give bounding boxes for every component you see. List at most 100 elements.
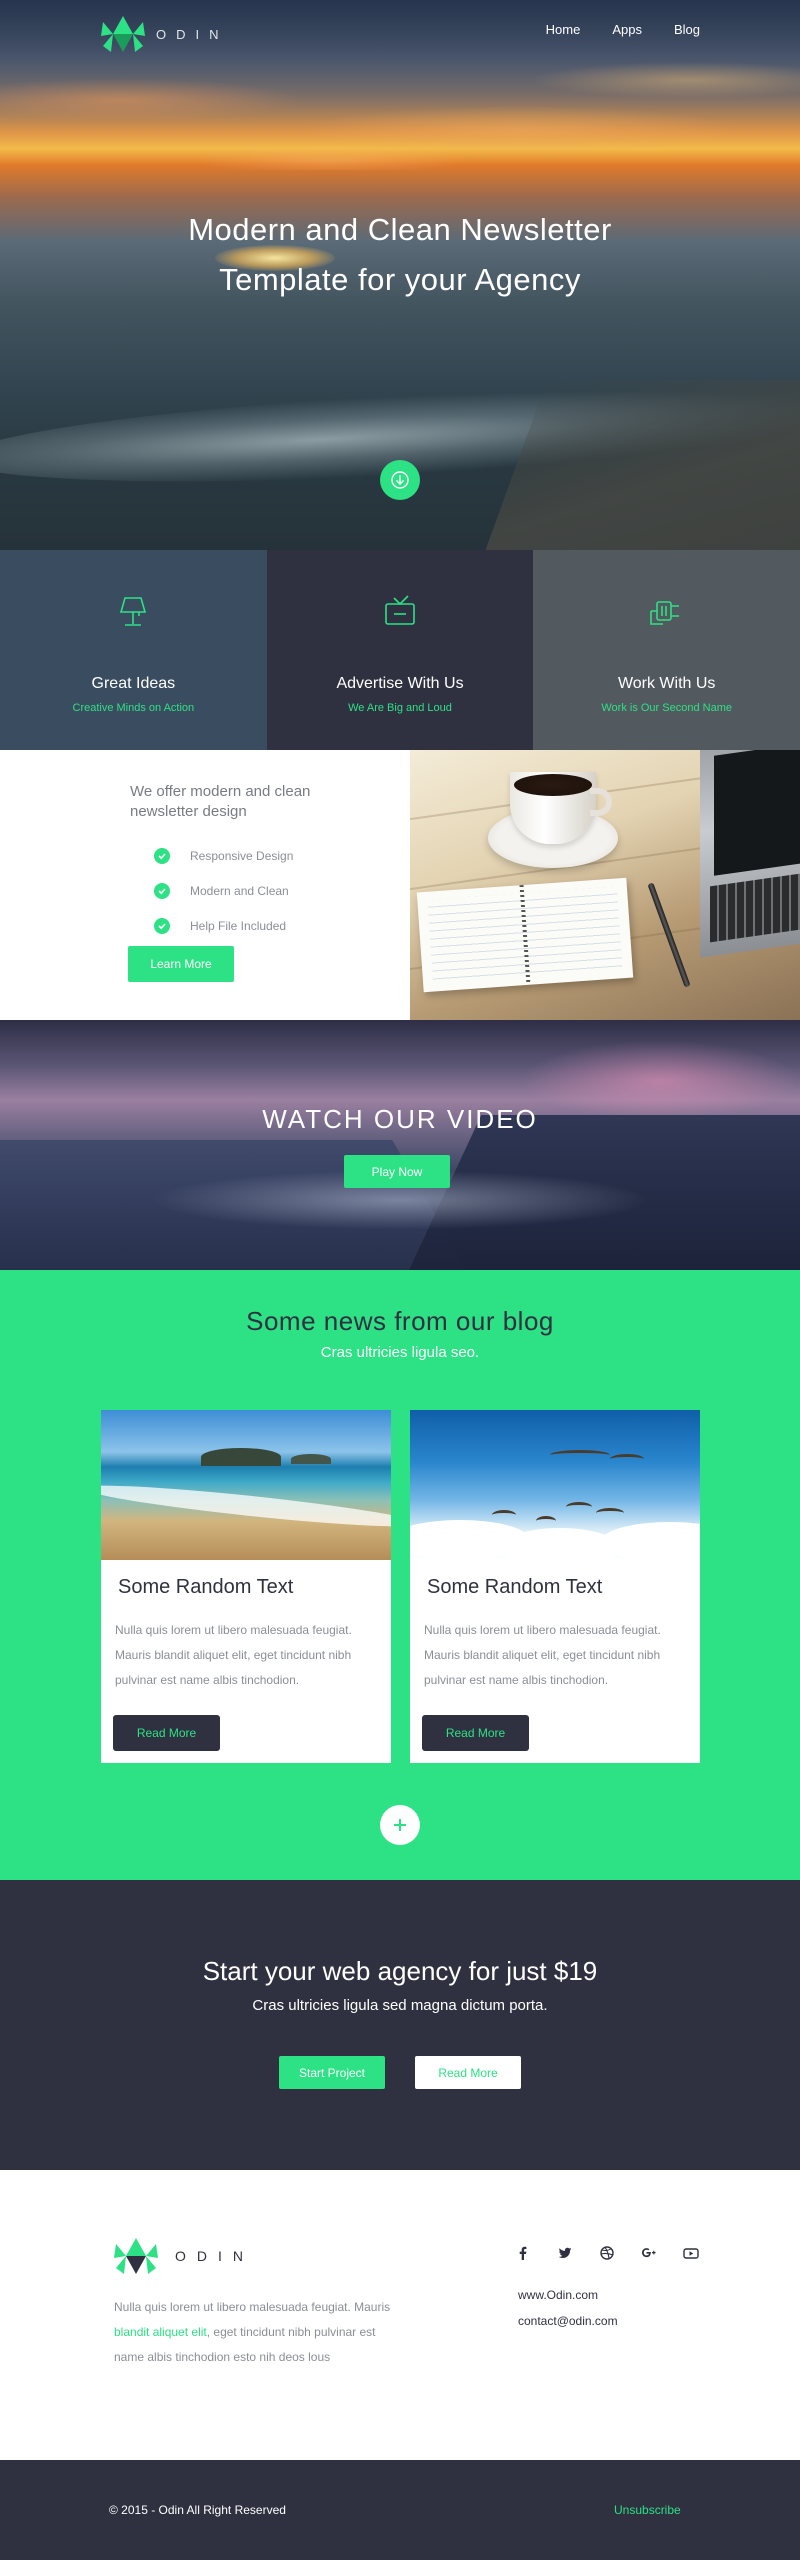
nav-apps[interactable]: Apps <box>612 22 642 37</box>
features-section: Great Ideas Creative Minds on Action Adv… <box>0 550 800 750</box>
coffee <box>514 774 592 796</box>
laptop <box>700 750 800 958</box>
video-title: WATCH OUR VIDEO <box>262 1104 538 1134</box>
card-title: Some Random Text <box>427 1576 603 1598</box>
play-now-button[interactable]: Play Now <box>344 1155 450 1188</box>
feature-advertise[interactable]: Advertise With Us We Are Big and Loud <box>266 550 534 750</box>
footer-link[interactable]: blandit aliquet elit <box>114 2325 207 2339</box>
list-item-label: Responsive Design <box>190 848 294 863</box>
feature-great-ideas[interactable]: Great Ideas Creative Minds on Action <box>0 550 267 750</box>
logo-text: ODIN <box>156 26 229 42</box>
hero-title-line-2: Template for your Agency <box>219 262 581 297</box>
bottom-bar: © 2015 - Odin All Right Reserved Unsubsc… <box>0 2460 800 2560</box>
cta-subtitle: Cras ultricies ligula sed magna dictum p… <box>252 1997 548 2014</box>
hero-clouds <box>0 40 800 170</box>
read-more-button[interactable]: Read More <box>113 1715 220 1751</box>
feature-title: Work With Us <box>617 675 716 692</box>
feature-subtitle: Creative Minds on Action <box>72 702 195 714</box>
bird <box>566 1502 592 1512</box>
coffee-cup <box>510 772 612 844</box>
hero-title-line-1: Modern and Clean Newsletter <box>188 212 612 247</box>
plus-icon <box>394 1819 406 1831</box>
footer-text-start: Nulla quis lorem ut libero malesuada feu… <box>114 2300 391 2314</box>
list-item: Responsive Design <box>154 838 293 873</box>
unsubscribe-link[interactable]: Unsubscribe <box>614 2503 681 2517</box>
cta-title: Start your web agency for just $19 <box>202 1956 598 1986</box>
offer-list: Responsive Design Modern and Clean Help … <box>154 838 293 943</box>
email-link[interactable]: contact@odin.com <box>518 2314 618 2328</box>
list-item-label: Help File Included <box>190 918 287 933</box>
check-icon <box>154 917 170 934</box>
beach-image <box>101 1410 391 1560</box>
blog-card: Some Random Text Nulla quis lorem ut lib… <box>101 1410 391 1763</box>
list-item-label: Modern and Clean <box>190 883 289 898</box>
hero-section: ODIN Home Apps Blog Modern and Clean New… <box>0 0 800 550</box>
island <box>201 1448 281 1466</box>
logo[interactable]: ODIN <box>100 14 229 54</box>
laptop-keyboard <box>710 873 800 943</box>
bird <box>536 1516 556 1526</box>
check-icon <box>154 882 170 899</box>
feature-title: Advertise With Us <box>336 675 464 692</box>
tv-icon <box>385 595 415 625</box>
odin-logo-icon <box>101 16 145 52</box>
blog-card: Some Random Text Nulla quis lorem ut lib… <box>410 1410 700 1763</box>
read-more-button[interactable]: Read More <box>415 2056 521 2089</box>
card-title: Some Random Text <box>118 1576 294 1598</box>
notebook <box>416 877 634 993</box>
hero-title: Modern and Clean Newsletter Template for… <box>0 205 800 305</box>
bird <box>550 1450 610 1460</box>
blog-title: Some news from our blog <box>246 1306 554 1336</box>
laptop-screen <box>714 750 800 876</box>
lamp-icon <box>120 597 147 626</box>
read-more-button[interactable]: Read More <box>422 1715 529 1751</box>
youtube-icon[interactable] <box>683 2245 699 2261</box>
bird <box>610 1454 644 1464</box>
blog-subtitle: Cras ultricies ligula seo. <box>320 1344 480 1361</box>
nav-home[interactable]: Home <box>546 22 581 37</box>
feature-title: Great Ideas <box>91 675 176 692</box>
feature-subtitle: Work is Our Second Name <box>601 702 732 714</box>
card-text: Nulla quis lorem ut libero malesuada feu… <box>115 1623 352 1687</box>
website-link[interactable]: www.Odin.com <box>518 2288 598 2302</box>
list-item: Help File Included <box>154 908 293 943</box>
island <box>291 1454 331 1464</box>
twitter-icon[interactable] <box>557 2245 573 2261</box>
plug-icon <box>649 601 679 625</box>
card-text: Nulla quis lorem ut libero malesuada feu… <box>424 1623 661 1687</box>
nav-blog[interactable]: Blog <box>674 22 700 37</box>
cup-handle <box>590 788 612 816</box>
birds-image <box>410 1410 700 1560</box>
load-more-button[interactable] <box>380 1805 420 1845</box>
dribbble-icon[interactable] <box>599 2245 615 2261</box>
arrow-down-icon <box>391 471 409 489</box>
desk-image <box>410 750 800 1020</box>
feature-subtitle: We Are Big and Loud <box>348 702 452 714</box>
list-item: Modern and Clean <box>154 873 293 908</box>
bird <box>596 1508 624 1518</box>
footer: ODIN Nulla quis lorem ut libero malesuad… <box>0 2170 800 2460</box>
bird <box>492 1510 516 1520</box>
cta-section: Start your web agency for just $19 Cras … <box>0 1880 800 2170</box>
copyright-text: © 2015 - Odin All Right Reserved <box>109 2503 286 2517</box>
scroll-down-button[interactable] <box>380 460 420 500</box>
check-icon <box>154 847 170 864</box>
start-project-button[interactable]: Start Project <box>279 2056 385 2089</box>
wave-foam <box>101 1478 391 1534</box>
odin-logo-icon <box>114 2238 158 2274</box>
learn-more-button[interactable]: Learn More <box>128 946 234 982</box>
cloud <box>600 1522 700 1560</box>
google-plus-icon[interactable] <box>641 2245 657 2261</box>
offer-section: We offer modern and clean newsletter des… <box>0 750 800 1020</box>
social-links <box>515 2245 699 2261</box>
video-section: WATCH OUR VIDEO Play Now <box>0 1020 800 1270</box>
facebook-icon[interactable] <box>515 2245 531 2261</box>
footer-logo[interactable]: ODIN <box>113 2236 254 2276</box>
footer-text: Nulla quis lorem ut libero malesuada feu… <box>114 2295 404 2370</box>
main-nav: Home Apps Blog <box>546 22 700 37</box>
footer-logo-text: ODIN <box>175 2248 254 2264</box>
offer-heading: We offer modern and clean newsletter des… <box>130 783 311 820</box>
feature-work-with-us[interactable]: Work With Us Work is Our Second Name <box>533 550 800 750</box>
blog-section: Some news from our blog Cras ultricies l… <box>0 1270 800 1880</box>
offer-content: We offer modern and clean newsletter des… <box>0 750 410 1020</box>
